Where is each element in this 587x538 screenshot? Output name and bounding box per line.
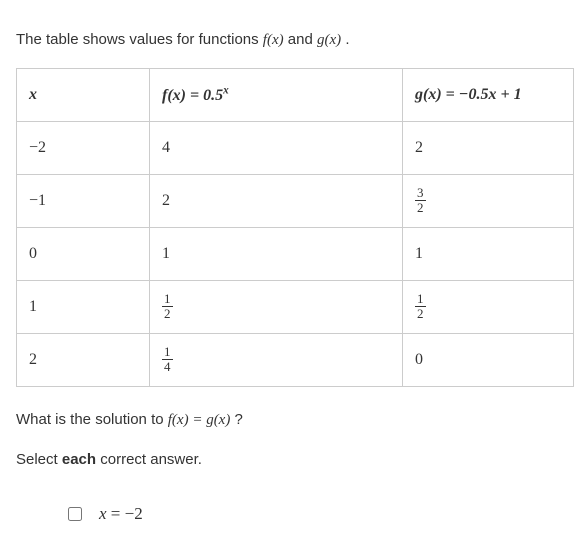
select-suffix: correct answer.	[96, 451, 202, 468]
gx-expr: g(x) = −0.5x + 1	[415, 86, 522, 103]
cell-g: 0	[403, 333, 574, 386]
answer-checkbox[interactable]	[68, 507, 82, 521]
function-table: x f(x) = 0.5x g(x) = −0.5x + 1 −2 4 2 −1…	[16, 68, 574, 387]
cell-x: −2	[17, 121, 150, 174]
question-text: What is the solution to f(x) = g(x) ?	[16, 409, 571, 432]
cell-x: 0	[17, 227, 150, 280]
cell-g: 12	[403, 280, 574, 333]
cell-x: −1	[17, 174, 150, 227]
cell-f: 12	[150, 280, 403, 333]
select-instruction: Select each correct answer.	[16, 451, 571, 468]
fx-sup: x	[223, 84, 229, 96]
answer-option[interactable]: x = −2	[64, 504, 571, 524]
table-row: 0 1 1	[17, 227, 574, 280]
question-prefix: What is the solution to	[16, 411, 168, 428]
cell-g: 2	[403, 121, 574, 174]
table-row: −1 2 32	[17, 174, 574, 227]
table-row: −2 4 2	[17, 121, 574, 174]
intro-suffix: .	[345, 31, 349, 48]
cell-g: 1	[403, 227, 574, 280]
select-prefix: Select	[16, 451, 62, 468]
fx-symbol: f(x)	[263, 32, 284, 48]
col-header-fx: f(x) = 0.5x	[150, 68, 403, 121]
cell-g: 32	[403, 174, 574, 227]
answer-eq: =	[107, 504, 125, 523]
cell-f: 14	[150, 333, 403, 386]
intro-text: The table shows values for functions f(x…	[16, 29, 571, 52]
answer-val: −2	[125, 504, 143, 523]
cell-x: 1	[17, 280, 150, 333]
answer-var: x	[99, 504, 107, 523]
intro-prefix: The table shows values for functions	[16, 31, 263, 48]
cell-f: 2	[150, 174, 403, 227]
col-header-gx: g(x) = −0.5x + 1	[403, 68, 574, 121]
col-header-x: x	[17, 68, 150, 121]
intro-and: and	[288, 31, 317, 48]
fx-base: f(x) = 0.5	[162, 87, 223, 104]
table-row: 1 12 12	[17, 280, 574, 333]
question-suffix: ?	[235, 411, 243, 428]
question-eq: f(x) = g(x)	[168, 412, 231, 428]
answer-label: x = −2	[99, 504, 143, 524]
cell-f: 4	[150, 121, 403, 174]
cell-x: 2	[17, 333, 150, 386]
cell-f: 1	[150, 227, 403, 280]
gx-symbol: g(x)	[317, 32, 341, 48]
table-row: 2 14 0	[17, 333, 574, 386]
select-bold: each	[62, 451, 96, 468]
